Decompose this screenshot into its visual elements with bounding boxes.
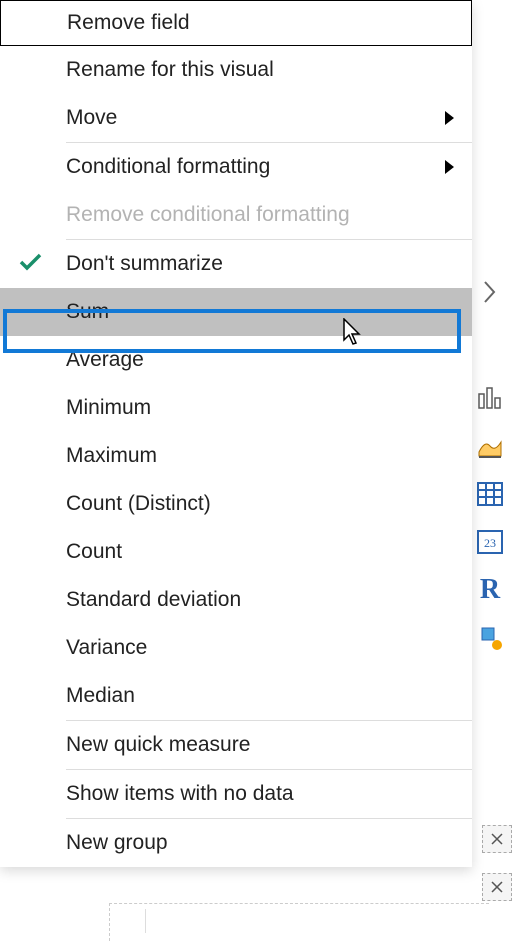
card-icon[interactable]: 23	[466, 518, 514, 566]
menu-new-group[interactable]: New group	[0, 819, 472, 867]
menu-label: New group	[66, 831, 168, 855]
menu-label: Show items with no data	[66, 782, 294, 806]
menu-standard-deviation[interactable]: Standard deviation	[0, 576, 472, 624]
field-well-fragment	[109, 903, 489, 941]
menu-label: Minimum	[66, 396, 151, 420]
side-icons: 23 R	[466, 0, 514, 941]
menu-label: Don't summarize	[66, 252, 223, 276]
check-icon	[18, 248, 43, 280]
menu-count[interactable]: Count	[0, 528, 472, 576]
menu-average[interactable]: Average	[0, 336, 472, 384]
menu-label: Median	[66, 684, 135, 708]
menu-maximum[interactable]: Maximum	[0, 432, 472, 480]
menu-label: Count (Distinct)	[66, 492, 211, 516]
menu-new-quick-measure[interactable]: New quick measure	[0, 721, 472, 769]
menu-minimum[interactable]: Minimum	[0, 384, 472, 432]
menu-label: Rename for this visual	[66, 58, 274, 82]
submenu-arrow-icon	[445, 111, 454, 125]
field-context-menu: Remove field Rename for this visual Move…	[0, 0, 472, 867]
svg-text:23: 23	[484, 536, 496, 550]
menu-remove-conditional-formatting: Remove conditional formatting	[0, 191, 472, 239]
menu-label: Average	[66, 348, 144, 372]
menu-move[interactable]: Move	[0, 94, 472, 142]
menu-label: Conditional formatting	[66, 155, 270, 179]
menu-remove-field[interactable]: Remove field	[0, 0, 472, 46]
menu-label: New quick measure	[66, 733, 250, 757]
key-influencers-icon[interactable]	[466, 614, 514, 662]
menu-conditional-formatting[interactable]: Conditional formatting	[0, 143, 472, 191]
r-visual-icon[interactable]: R	[466, 566, 514, 614]
menu-variance[interactable]: Variance	[0, 624, 472, 672]
menu-label: Variance	[66, 636, 147, 660]
menu-count-distinct[interactable]: Count (Distinct)	[0, 480, 472, 528]
table-icon[interactable]	[466, 470, 514, 518]
menu-label: Maximum	[66, 444, 157, 468]
ribbon-chart-icon[interactable]	[466, 422, 514, 470]
menu-median[interactable]: Median	[0, 672, 472, 720]
menu-label: Remove field	[67, 11, 190, 35]
bar-chart-icon[interactable]	[466, 374, 514, 422]
menu-sum[interactable]: Sum	[0, 288, 472, 336]
menu-label: Sum	[66, 300, 109, 324]
menu-rename-visual[interactable]: Rename for this visual	[0, 46, 472, 94]
menu-show-items-no-data[interactable]: Show items with no data	[0, 770, 472, 818]
expand-chevron-icon[interactable]	[466, 268, 514, 316]
submenu-arrow-icon	[445, 160, 454, 174]
menu-label: Standard deviation	[66, 588, 241, 612]
menu-dont-summarize[interactable]: Don't summarize	[0, 240, 472, 288]
menu-label: Remove conditional formatting	[66, 203, 350, 227]
menu-label: Move	[66, 106, 117, 130]
menu-label: Count	[66, 540, 122, 564]
